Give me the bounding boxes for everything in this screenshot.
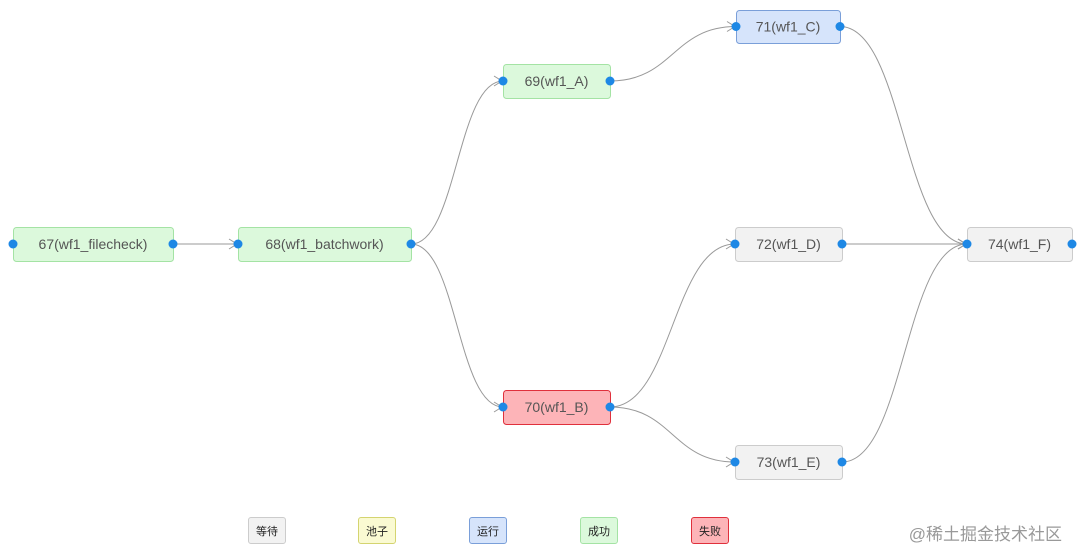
input-port[interactable]	[498, 76, 508, 86]
legend-waiting: 等待	[248, 517, 286, 544]
legend-running: 运行	[469, 517, 507, 544]
node-label: 70(wf1_B)	[525, 399, 589, 415]
legend-success: 成功	[580, 517, 618, 544]
edge-73-74	[841, 243, 968, 463]
node-69[interactable]: 69(wf1_A)	[498, 64, 615, 99]
workflow-graph: 67(wf1_filecheck) 68(wf1_batchwork) 69(wf1…	[8, 10, 1077, 480]
output-port[interactable]	[837, 457, 847, 467]
output-port[interactable]	[168, 239, 178, 249]
input-port[interactable]	[962, 239, 972, 249]
node-67[interactable]: 67(wf1_filecheck)	[8, 227, 178, 262]
input-port[interactable]	[498, 402, 508, 412]
input-port[interactable]	[8, 239, 18, 249]
edge-69-71	[609, 26, 737, 82]
output-port[interactable]	[835, 22, 845, 31]
node-68[interactable]: 68(wf1_batchwork)	[233, 227, 416, 262]
edge-71-74	[839, 26, 968, 245]
node-label: 69(wf1_A)	[525, 73, 589, 89]
legend-pool: 池子	[358, 517, 396, 544]
node-label: 67(wf1_filecheck)	[39, 236, 148, 252]
node-label: 73(wf1_E)	[757, 454, 821, 470]
output-port[interactable]	[605, 76, 615, 86]
node-label: 71(wf1_C)	[756, 19, 821, 35]
output-port[interactable]	[1067, 239, 1077, 249]
input-port[interactable]	[730, 239, 740, 249]
edge-68-70	[410, 243, 504, 408]
output-port[interactable]	[406, 239, 416, 249]
output-port[interactable]	[837, 239, 847, 249]
input-port[interactable]	[731, 22, 741, 31]
node-73[interactable]: 73(wf1_E)	[730, 445, 847, 480]
node-74[interactable]: 74(wf1_F)	[962, 227, 1077, 262]
legend-failed: 失败	[691, 517, 729, 544]
node-71[interactable]: 71(wf1_C)	[731, 10, 845, 44]
edge-70-72	[609, 243, 736, 408]
node-label: 72(wf1_D)	[756, 236, 821, 252]
input-port[interactable]	[233, 239, 243, 249]
input-port[interactable]	[730, 457, 740, 467]
watermark: @稀土掘金技术社区	[908, 525, 1062, 544]
edge-68-69	[410, 80, 504, 245]
output-port[interactable]	[605, 402, 615, 412]
node-70[interactable]: 70(wf1_B)	[498, 390, 615, 425]
edge-70-73	[609, 406, 736, 463]
node-label: 74(wf1_F)	[988, 236, 1051, 252]
node-72[interactable]: 72(wf1_D)	[730, 227, 847, 262]
node-label: 68(wf1_batchwork)	[265, 236, 383, 252]
